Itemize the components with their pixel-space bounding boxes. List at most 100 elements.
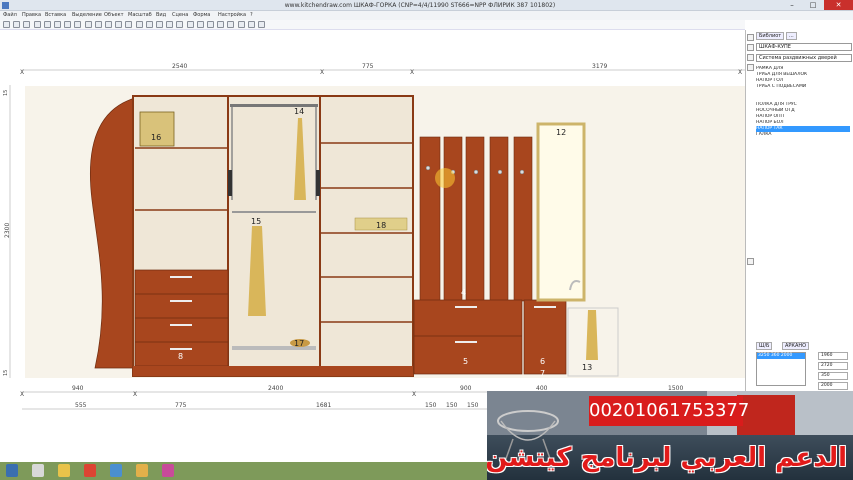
window-title: www.kitchendraw.com ШКАФ-ГОРКА (CNP=4/4/… [284, 2, 556, 9]
axis-mark-2: X [320, 69, 324, 76]
snap-icon[interactable] [217, 21, 225, 28]
menu-insert[interactable]: Вставка [45, 12, 66, 18]
start-icon[interactable] [6, 464, 18, 477]
part-label-15: 15 [251, 217, 261, 226]
bottom-dim-7: 775 [175, 402, 187, 409]
cut-icon[interactable] [43, 21, 51, 28]
menu-scene[interactable]: Сцена [172, 12, 188, 18]
folder-icon[interactable] [136, 464, 148, 477]
axis-mark-1: X [20, 69, 24, 76]
zoom-in-icon[interactable] [125, 21, 133, 28]
view-3d-icon[interactable] [186, 21, 194, 28]
paste-icon[interactable] [64, 21, 72, 28]
kitchendraw-icon[interactable] [110, 464, 122, 477]
part-label-12: 12 [556, 128, 566, 137]
panel-button-3[interactable] [747, 54, 754, 61]
grid-icon[interactable] [207, 21, 214, 28]
menu-edit[interactable]: Правка [22, 12, 41, 18]
copy-icon[interactable] [54, 21, 61, 28]
library-tab[interactable]: Библиот [756, 32, 785, 40]
info-icon[interactable] [94, 21, 102, 28]
panel-button-4[interactable] [747, 64, 754, 71]
print-icon[interactable] [33, 21, 41, 28]
value-field-1[interactable]: 1960 [818, 352, 848, 360]
zoom-window-icon[interactable] [145, 21, 153, 28]
light-icon[interactable] [258, 21, 265, 28]
bottom-dim-3: 900 [460, 385, 472, 392]
camera-icon[interactable] [247, 21, 255, 28]
lower-list[interactable]: 3250 360 2000 [756, 352, 806, 386]
menu-object[interactable]: Объект [104, 12, 124, 18]
value-field-2[interactable]: 2720 [818, 362, 848, 370]
bottom-dim-9: 150 [425, 402, 437, 409]
bottom-dim-1: 940 [72, 385, 84, 392]
save-icon[interactable] [23, 21, 31, 28]
zoom-out-icon[interactable] [135, 21, 143, 28]
render-icon[interactable] [196, 21, 204, 28]
app-icon [2, 2, 9, 9]
move-icon[interactable] [105, 21, 112, 28]
menu-scale[interactable]: Масштаб [128, 12, 152, 18]
axis-mark-6: X [133, 391, 137, 398]
bottom-dim-11: 150 [467, 402, 479, 409]
minimize-button[interactable]: – [782, 0, 802, 10]
part-label-4: 4 [461, 288, 466, 297]
chrome-icon[interactable] [84, 464, 96, 477]
catalog-select[interactable]: ШКАФ-КУПЕ [756, 43, 852, 51]
cursor-highlight [435, 168, 455, 188]
bottom-dim-2: 2400 [268, 385, 283, 392]
menu-view[interactable]: Вид [156, 12, 166, 18]
panel-button-5[interactable] [747, 258, 754, 265]
value-field-4[interactable]: 2000 [818, 382, 848, 390]
catalog-list-item[interactable]: ГАЛКА [756, 132, 850, 138]
menu-select[interactable]: Выделение [72, 12, 102, 18]
panel-button-2[interactable] [747, 44, 754, 51]
lower-values: 1960 2720 350 2000 [818, 352, 848, 390]
paint-icon[interactable] [162, 464, 174, 477]
taskbar [0, 462, 487, 480]
open-icon[interactable] [13, 21, 21, 28]
rotate-icon[interactable] [115, 21, 123, 28]
part-label-8: 8 [178, 352, 183, 361]
undo-icon[interactable] [74, 21, 82, 28]
maximize-button[interactable]: □ [803, 0, 823, 10]
view-front-icon[interactable] [166, 21, 174, 28]
left-small-dim-2: 15 [3, 370, 9, 376]
part-label-14: 14 [294, 107, 304, 116]
top-dim-3: 3179 [592, 63, 607, 70]
explorer-icon[interactable] [58, 464, 70, 477]
more-tab[interactable]: ... [786, 32, 797, 40]
menu-form[interactable]: Форма [193, 12, 210, 18]
text-icon[interactable] [237, 21, 245, 28]
title-bar: www.kitchendraw.com ШКАФ-ГОРКА (CNP=4/4/… [0, 0, 853, 11]
lower-list-item[interactable]: 3250 360 2000 [757, 353, 805, 359]
new-icon[interactable] [3, 21, 10, 28]
ad-phone-number: 00201061753377 [589, 396, 749, 426]
view-top-icon[interactable] [176, 21, 184, 28]
left-dim: 2300 [4, 223, 11, 238]
part-label-7: 7 [540, 369, 545, 378]
category-select[interactable]: Система раздвижных дверей [756, 54, 852, 62]
lower-tab-2[interactable]: АРКАНО [782, 342, 810, 350]
part-label-6: 6 [540, 357, 545, 366]
top-dim-2: 775 [362, 63, 374, 70]
lower-tab-1[interactable]: Ш/Б [756, 342, 773, 350]
bottom-dim-8: 1681 [316, 402, 331, 409]
axis-mark-3: X [410, 69, 414, 76]
menu-file[interactable]: Файл [3, 12, 17, 18]
redo-icon[interactable] [84, 21, 92, 28]
part-label-16: 16 [151, 133, 161, 142]
file-icon[interactable] [32, 464, 44, 477]
mirror [536, 122, 586, 302]
value-field-3[interactable]: 350 [818, 372, 848, 380]
zoom-all-icon[interactable] [156, 21, 163, 28]
menu-help[interactable]: ? [250, 12, 253, 18]
left-small-dim-1: 15 [3, 90, 9, 96]
dimension-icon[interactable] [227, 21, 235, 28]
panel-button-1[interactable] [747, 34, 754, 41]
part-label-5: 5 [463, 357, 468, 366]
menu-settings[interactable]: Настройка [218, 12, 246, 18]
close-button[interactable]: ✕ [824, 0, 853, 10]
ad-banner: 00201061753377 الدعم العربي لبرنامج كيتش… [487, 391, 853, 480]
axis-mark-4: X [738, 69, 742, 76]
